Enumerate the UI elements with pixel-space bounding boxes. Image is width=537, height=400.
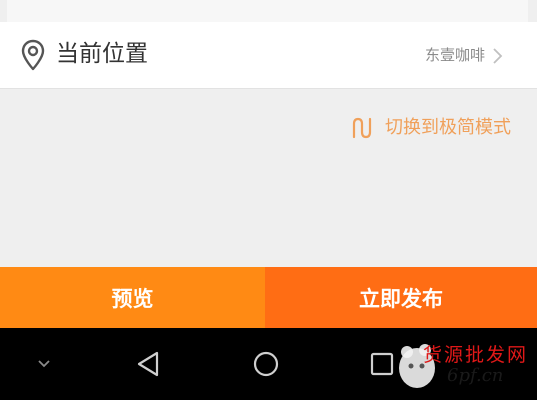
watermark: 货源批发网 6pf.cn — [395, 338, 533, 396]
publish-button[interactable]: 立即发布 — [265, 267, 537, 328]
switch-mode-link[interactable]: 切换到极简模式 — [351, 115, 511, 141]
back-icon[interactable] — [128, 328, 168, 400]
location-value: 东壹咖啡 — [424, 46, 485, 64]
action-bar: 预览 立即发布 — [0, 267, 537, 328]
location-pin-icon — [20, 39, 46, 71]
top-strip-panel — [7, 0, 528, 22]
switch-mode-label: 切换到极简模式 — [385, 117, 511, 138]
top-strip — [0, 0, 537, 22]
content-area: 切换到极简模式 — [0, 90, 537, 267]
home-icon[interactable] — [246, 328, 286, 400]
current-location-row[interactable]: 当前位置 东壹咖啡 — [0, 22, 537, 89]
chevron-right-icon — [491, 47, 505, 65]
switch-icon — [351, 116, 375, 140]
location-title: 当前位置 — [56, 41, 148, 67]
watermark-url: 6pf.cn — [447, 365, 504, 386]
preview-button[interactable]: 预览 — [0, 267, 265, 328]
chevron-down-icon[interactable] — [24, 328, 64, 400]
watermark-text: 货源批发网 — [423, 344, 529, 366]
